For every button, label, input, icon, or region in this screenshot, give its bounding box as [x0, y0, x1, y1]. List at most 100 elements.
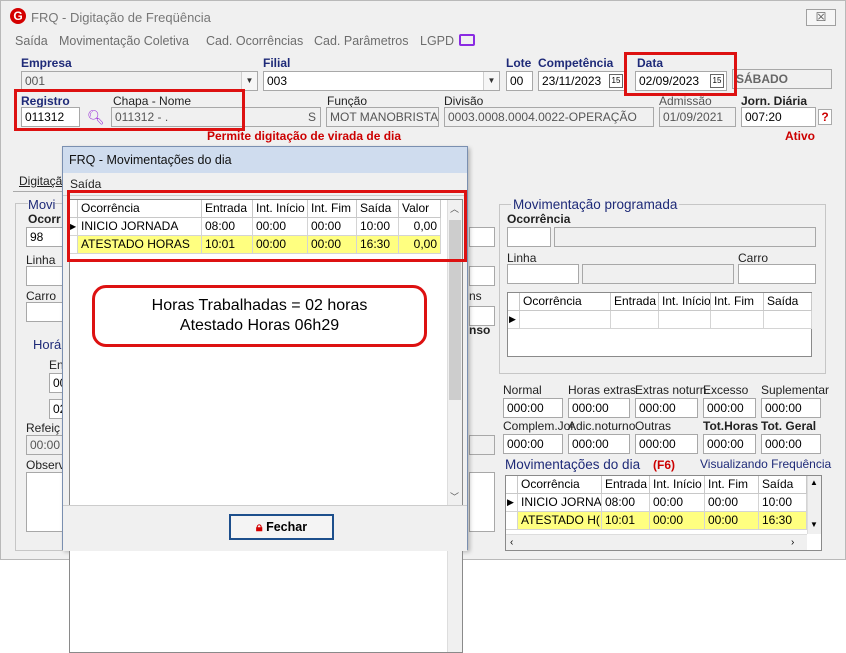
table-cell[interactable]: 00:00 — [705, 494, 759, 512]
table-cell[interactable]: INICIO JORNA — [518, 494, 602, 512]
col-header[interactable]: Entrada — [602, 476, 650, 494]
dialog-title: FRQ - Movimentações do dia — [63, 147, 467, 173]
col-header[interactable]: Ocorrência — [518, 476, 602, 494]
linha-right-input[interactable] — [507, 264, 579, 284]
total-label-tot-geral: Tot. Geral — [761, 419, 817, 433]
help-button[interactable]: ? — [818, 109, 832, 125]
menu-lgpd[interactable]: LGPD — [420, 34, 454, 48]
mid-input-3[interactable] — [469, 306, 495, 326]
observacao-textarea[interactable] — [26, 472, 64, 532]
linha-left-input[interactable] — [26, 266, 64, 286]
programada-title: Movimentação programada — [511, 197, 680, 212]
dialog-scrollbar[interactable]: ︿ ﹀ — [447, 200, 462, 652]
table-row[interactable] — [764, 311, 812, 329]
col-header[interactable]: Int. Início — [659, 293, 711, 311]
table-row[interactable] — [659, 311, 711, 329]
carro-right-input[interactable] — [738, 264, 816, 284]
mid-input-4[interactable] — [469, 435, 495, 455]
horizontal-scrollbar[interactable]: ‹ › — [506, 534, 807, 550]
table-cell[interactable]: 00:00 — [650, 512, 705, 530]
table-row[interactable] — [611, 311, 659, 329]
empresa-select[interactable]: 001 ▼ — [21, 71, 258, 91]
col-header[interactable]: Int. Início — [650, 476, 705, 494]
competencia-input[interactable]: 23/11/2023 15 — [538, 71, 626, 91]
jornada-input[interactable]: 007:20 — [741, 107, 816, 127]
table-cell[interactable]: 16:30 — [759, 512, 807, 530]
table-cell[interactable]: 08:00 — [602, 494, 650, 512]
ocorrencia-left-input[interactable]: 98 — [26, 227, 64, 247]
menu-cad-parametros[interactable]: Cad. Parâmetros — [314, 34, 408, 48]
menu-cad-ocorrencias[interactable]: Cad. Ocorrências — [206, 34, 303, 48]
total-tot-geral: 000:00 — [761, 434, 821, 454]
col-header[interactable]: Saída — [759, 476, 807, 494]
highlight-box-grid — [67, 190, 467, 262]
chevron-down-icon[interactable]: ▼ — [241, 72, 257, 90]
total-label-normal: Normal — [503, 383, 542, 397]
funcao-input: MOT MANOBRISTA — [326, 107, 439, 127]
visualizando-link[interactable]: Visualizando Frequência — [700, 457, 831, 471]
close-button[interactable]: ☒ — [806, 9, 836, 26]
menu-movimentacao-coletiva[interactable]: Movimentação Coletiva — [59, 34, 189, 48]
table-row[interactable] — [520, 311, 611, 329]
ocorrencia-right-input[interactable] — [507, 227, 551, 247]
carro-left-input[interactable] — [26, 302, 64, 322]
lote-label: Lote — [506, 56, 532, 70]
callout-line-2: Atestado Horas 06h29 — [179, 317, 340, 334]
col-header[interactable]: Int. Fim — [711, 293, 764, 311]
ocorrencia-desc-input — [554, 227, 816, 247]
table-cell[interactable]: 10:00 — [759, 494, 807, 512]
empresa-label: Empresa — [21, 56, 72, 70]
total-tot-horas: 000:00 — [703, 434, 756, 454]
callout-line-1: Horas Trabalhadas = 02 horas — [151, 297, 368, 314]
highlight-box-registro — [14, 89, 245, 131]
callout-annotation: Horas Trabalhadas = 02 horas Atestado Ho… — [92, 285, 427, 347]
table-cell[interactable]: ATESTADO H( — [518, 512, 602, 530]
row-gutter — [506, 512, 518, 530]
total-label-adic-noturno: Adic.noturno — [568, 419, 636, 433]
table-row[interactable] — [711, 311, 764, 329]
mid-input-2[interactable] — [469, 266, 495, 286]
col-header[interactable]: Saída — [764, 293, 812, 311]
mid-input-1[interactable] — [469, 227, 495, 247]
virada-notice: Permite digitação de virada de dia — [207, 129, 402, 143]
total-horas-extras: 000:00 — [568, 398, 630, 418]
grid-corner — [508, 293, 520, 311]
total-outras: 000:00 — [635, 434, 698, 454]
monitor-icon[interactable] — [459, 34, 475, 46]
col-header[interactable]: Int. Fim — [705, 476, 759, 494]
mov-dia-label: Movimentações do dia — [505, 457, 641, 472]
highlight-box-data — [624, 52, 737, 96]
lote-input[interactable]: 00 — [506, 71, 533, 91]
fechar-button[interactable]: 🔒︎ Fechar — [229, 514, 334, 540]
chevron-down-icon[interactable]: ▼ — [810, 520, 818, 529]
mov-dia-grid[interactable]: Ocorrência Entrada Int. Início Int. Fim … — [505, 475, 822, 551]
chevron-up-icon[interactable]: ▲ — [810, 478, 818, 487]
jornada-label: Jorn. Diária — [741, 94, 808, 108]
window-title: FRQ - Digitação de Freqüência — [31, 10, 211, 25]
chevron-left-icon[interactable]: ‹ — [510, 537, 513, 548]
total-complem: 000:00 — [503, 434, 563, 454]
col-header[interactable]: Entrada — [611, 293, 659, 311]
admissao-label: Admissão — [659, 94, 712, 108]
chevron-down-icon[interactable]: ﹀ — [450, 490, 459, 503]
mid-textarea[interactable] — [469, 472, 495, 532]
ocorrencia-right-label: Ocorrência — [507, 212, 571, 226]
chevron-down-icon[interactable]: ▼ — [483, 72, 499, 90]
vertical-scrollbar[interactable]: ▲ ▼ — [807, 476, 821, 534]
filial-label: Filial — [263, 56, 291, 70]
dialog-grid[interactable]: Ocorrência Entrada Int. Início Int. Fim … — [69, 199, 463, 653]
table-cell[interactable]: 00:00 — [650, 494, 705, 512]
tab-underline — [13, 191, 69, 192]
filial-select[interactable]: 003 ▼ — [263, 71, 500, 91]
table-cell[interactable]: 10:01 — [602, 512, 650, 530]
programada-grid[interactable]: Ocorrência Entrada Int. Início Int. Fim … — [507, 292, 812, 357]
dialog-menu-saida[interactable]: Saída — [70, 177, 101, 191]
chevron-right-icon[interactable]: › — [791, 537, 794, 548]
calendar-icon[interactable]: 15 — [609, 74, 623, 88]
menu-saida[interactable]: Saída — [15, 34, 48, 48]
table-cell[interactable]: 00:00 — [705, 512, 759, 530]
linha-right-label: Linha — [507, 251, 537, 265]
mov-group-label: Movi — [28, 197, 56, 212]
refeicao-input[interactable]: 00:00 — [26, 435, 64, 455]
col-header[interactable]: Ocorrência — [520, 293, 611, 311]
